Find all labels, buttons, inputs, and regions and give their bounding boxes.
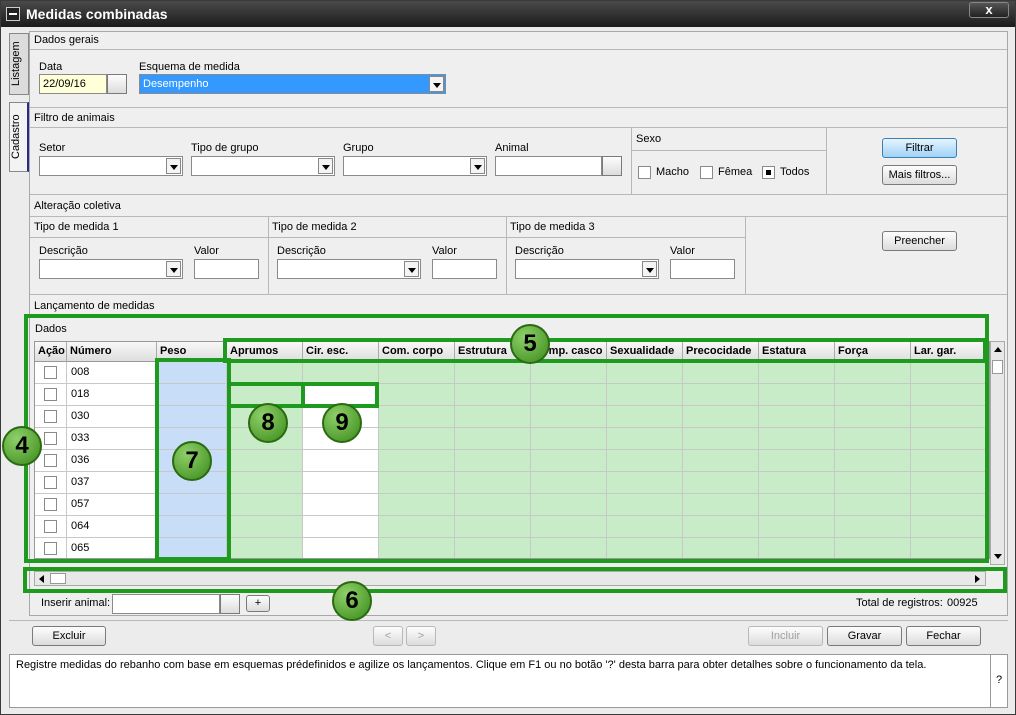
- data-label: Data: [39, 61, 63, 73]
- todos-checkbox[interactable]: [762, 166, 775, 179]
- add-animal-button[interactable]: +: [246, 595, 270, 612]
- prev-button[interactable]: <: [373, 626, 403, 646]
- next-button[interactable]: >: [406, 626, 436, 646]
- section-lancamento: Lançamento de medidas: [34, 300, 155, 312]
- chevron-down-icon[interactable]: [429, 76, 444, 92]
- todos-label: Todos: [780, 166, 810, 178]
- callout-badge-8: 8: [248, 403, 288, 443]
- inserir-animal-label: Inserir animal:: [41, 597, 111, 609]
- animal-label: Animal: [495, 142, 529, 154]
- incluir-button[interactable]: Incluir: [748, 626, 823, 646]
- valor-3-label: Valor: [670, 245, 695, 257]
- highlight-scroll-box: [23, 567, 1007, 593]
- esquema-select[interactable]: Desempenho: [139, 74, 446, 94]
- tipo-medida-1-label: Tipo de medida 1: [34, 221, 119, 233]
- title-bar: Medidas combinadas x: [1, 1, 1015, 27]
- vertical-scrollbar[interactable]: [990, 341, 1005, 565]
- chevron-down-icon[interactable]: [166, 261, 181, 277]
- valor-1-label: Valor: [194, 245, 219, 257]
- tab-cadastro[interactable]: Cadastro: [9, 102, 29, 172]
- descricao-1-label: Descrição: [39, 245, 88, 257]
- macho-checkbox[interactable]: [638, 166, 651, 179]
- total-value: 00925: [947, 597, 978, 609]
- tipo-grupo-select[interactable]: [191, 156, 335, 176]
- sexo-label: Sexo: [636, 133, 662, 145]
- highlight-header-box: [223, 338, 987, 363]
- callout-badge-7: 7: [172, 441, 212, 481]
- fechar-button[interactable]: Fechar: [906, 626, 981, 646]
- section-dados-gerais: Dados gerais: [34, 34, 99, 46]
- chevron-down-icon[interactable]: [404, 261, 419, 277]
- grupo-label: Grupo: [343, 142, 374, 154]
- grupo-select[interactable]: [343, 156, 487, 176]
- tipo-medida-3-label: Tipo de medida 3: [510, 221, 595, 233]
- callout-badge-5: 5: [510, 324, 550, 364]
- esquema-label: Esquema de medida: [139, 61, 240, 73]
- chevron-down-icon[interactable]: [166, 158, 181, 174]
- animal-input[interactable]: [495, 156, 602, 176]
- preencher-button[interactable]: Preencher: [882, 231, 957, 251]
- animal-lookup-button[interactable]: [602, 156, 622, 176]
- calendar-button[interactable]: [107, 74, 127, 94]
- descricao-2-label: Descrição: [277, 245, 326, 257]
- valor-3-input[interactable]: [670, 259, 735, 279]
- mais-filtros-button[interactable]: Mais filtros...: [882, 165, 957, 185]
- valor-2-input[interactable]: [432, 259, 497, 279]
- gravar-button[interactable]: Gravar: [827, 626, 902, 646]
- section-filtro: Filtro de animais: [34, 112, 115, 124]
- descricao-2-select[interactable]: [277, 259, 421, 279]
- window: Medidas combinadas x Listagem Cadastro D…: [0, 0, 1016, 715]
- descricao-3-label: Descrição: [515, 245, 564, 257]
- scroll-thumb[interactable]: [992, 360, 1003, 374]
- help-button[interactable]: ?: [996, 674, 1002, 686]
- status-message: Registre medidas do rebanho com base em …: [16, 659, 927, 671]
- inserir-lookup-button[interactable]: [220, 594, 240, 614]
- descricao-3-select[interactable]: [515, 259, 659, 279]
- valor-2-label: Valor: [432, 245, 457, 257]
- tipo-grupo-label: Tipo de grupo: [191, 142, 259, 154]
- data-field[interactable]: 22/09/16: [39, 74, 107, 94]
- chevron-down-icon[interactable]: [642, 261, 657, 277]
- callout-badge-6: 6: [332, 581, 372, 621]
- callout-badge-4: 4: [2, 426, 42, 466]
- femea-checkbox[interactable]: [700, 166, 713, 179]
- chevron-down-icon[interactable]: [318, 158, 333, 174]
- scroll-down-icon[interactable]: [994, 554, 1002, 559]
- scroll-up-icon[interactable]: [994, 347, 1002, 352]
- descricao-1-select[interactable]: [39, 259, 183, 279]
- chevron-down-icon[interactable]: [470, 158, 485, 174]
- femea-label: Fêmea: [718, 166, 753, 178]
- filtrar-button[interactable]: Filtrar: [882, 138, 957, 158]
- macho-label: Macho: [656, 166, 690, 178]
- inserir-animal-input[interactable]: [112, 594, 220, 614]
- status-bar: Registre medidas do rebanho com base em …: [9, 654, 1008, 708]
- window-menu-icon[interactable]: [6, 7, 20, 21]
- callout-badge-9: 9: [322, 403, 362, 443]
- tipo-medida-2-label: Tipo de medida 2: [272, 221, 357, 233]
- tab-listagem[interactable]: Listagem: [9, 33, 29, 95]
- setor-label: Setor: [39, 142, 66, 154]
- section-alteracao: Alteração coletiva: [34, 200, 121, 212]
- valor-1-input[interactable]: [194, 259, 259, 279]
- excluir-button[interactable]: Excluir: [32, 626, 106, 646]
- total-label: Total de registros:: [856, 597, 943, 609]
- window-title: Medidas combinadas: [26, 6, 168, 22]
- setor-select[interactable]: [39, 156, 183, 176]
- close-button[interactable]: x: [969, 2, 1009, 18]
